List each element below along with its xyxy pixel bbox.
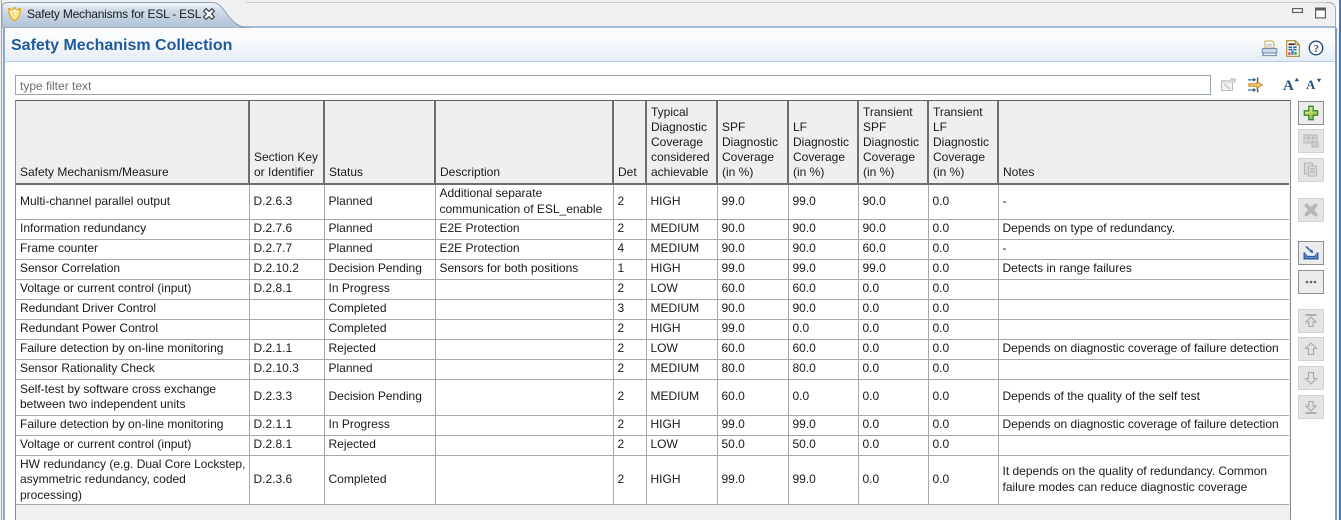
svg-text:A: A (1283, 78, 1294, 91)
svg-text:A: A (1306, 78, 1316, 91)
svg-text:?: ? (1314, 44, 1319, 55)
